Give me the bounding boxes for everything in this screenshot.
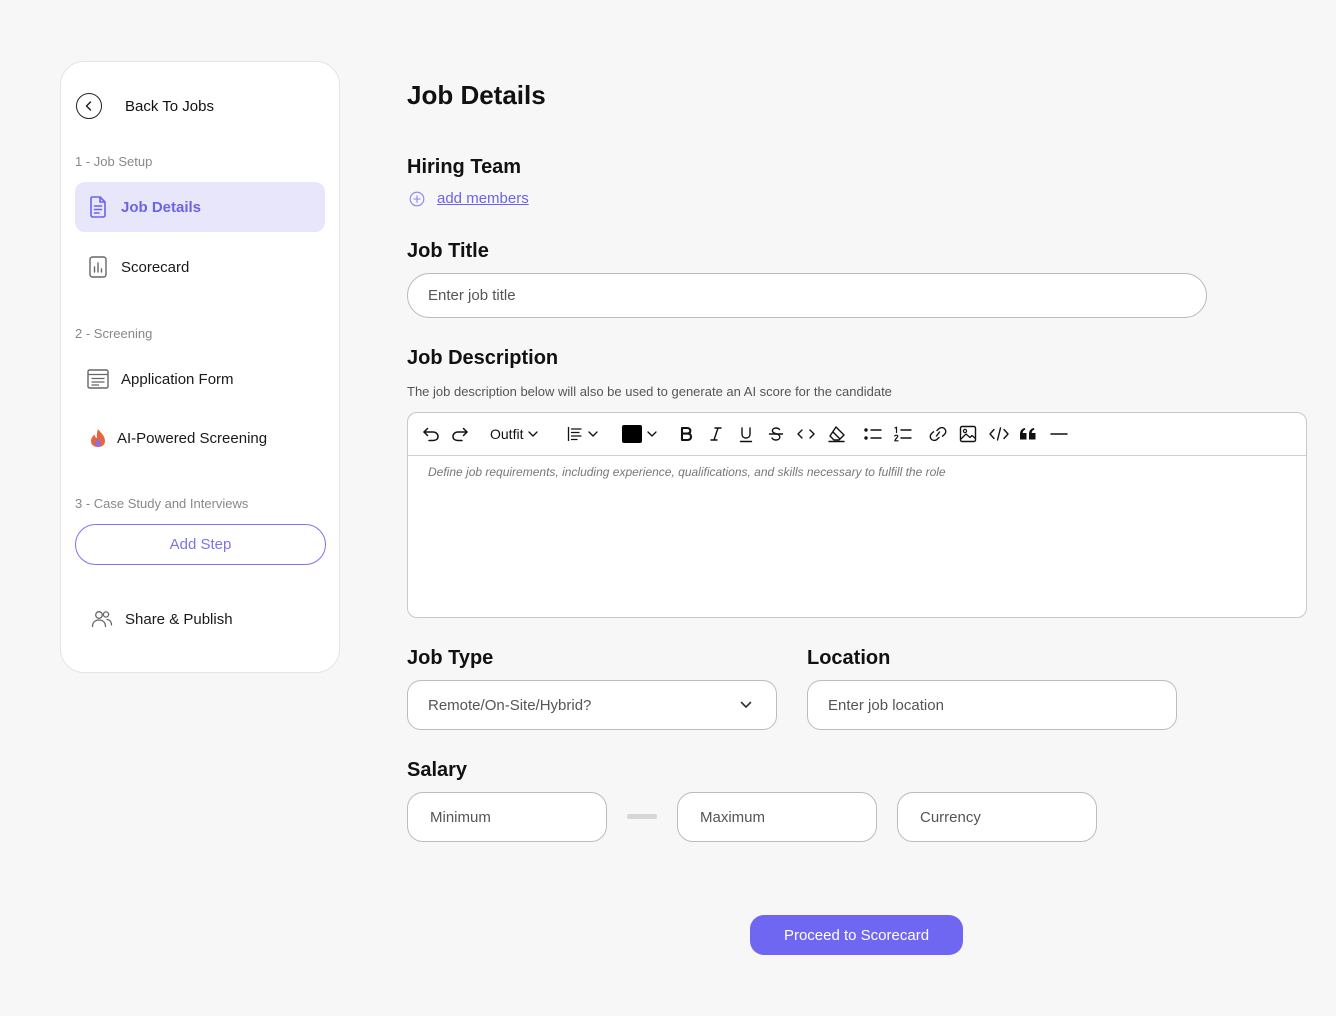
editor-placeholder[interactable]: Define job requirements, including exper…: [428, 465, 946, 479]
bar-chart-icon: [87, 256, 109, 278]
job-description-heading: Job Description: [407, 347, 559, 369]
chevron-down-icon: [740, 701, 752, 708]
numbered-list-icon[interactable]: [893, 423, 913, 445]
chevron-down-icon: [528, 431, 539, 437]
salary-heading: Salary: [407, 759, 468, 781]
page-title: Job Details: [407, 80, 546, 110]
text-color-dropdown[interactable]: [622, 423, 657, 445]
sidebar-item-application-form[interactable]: Application Form: [75, 354, 325, 404]
job-title-heading: Job Title: [407, 240, 489, 262]
proceed-to-scorecard-button[interactable]: Proceed to Scorecard: [750, 915, 963, 955]
add-members-button[interactable]: add members: [409, 190, 529, 207]
job-type-select[interactable]: Remote/On-Site/Hybrid?: [407, 680, 777, 730]
job-title-input[interactable]: [407, 273, 1207, 318]
undo-icon[interactable]: [422, 423, 440, 445]
document-icon: [87, 196, 109, 218]
back-to-jobs-label: Back To Jobs: [125, 97, 214, 115]
underline-icon[interactable]: [738, 423, 754, 445]
sidebar-item-job-details[interactable]: Job Details: [75, 182, 325, 232]
chevron-down-icon: [647, 431, 657, 437]
salary-currency-input[interactable]: [897, 792, 1097, 842]
sidebar-item-label: Scorecard: [121, 258, 190, 276]
code-block-icon[interactable]: [988, 423, 1010, 445]
align-left-icon: [567, 427, 582, 441]
image-icon[interactable]: [959, 423, 977, 445]
sidebar-item-label: AI-Powered Screening: [117, 429, 268, 447]
location-input[interactable]: [807, 680, 1177, 730]
clear-format-icon[interactable]: [827, 423, 847, 445]
color-swatch: [622, 425, 642, 443]
hiring-team-heading: Hiring Team: [407, 156, 522, 178]
back-to-jobs-button[interactable]: Back To Jobs: [76, 92, 214, 120]
bullet-list-icon[interactable]: [863, 423, 883, 445]
section-case-study: 3 - Case Study and Interviews: [75, 496, 249, 511]
sidebar: Back To Jobs 1 - Job Setup Job Details S…: [60, 61, 340, 673]
chevron-down-icon: [588, 431, 598, 437]
salary-minimum-input[interactable]: [407, 792, 607, 842]
bold-icon[interactable]: [679, 423, 693, 445]
plus-circle-icon: [409, 191, 425, 206]
job-type-heading: Job Type: [407, 647, 494, 669]
users-icon: [91, 608, 113, 630]
italic-icon[interactable]: [709, 423, 723, 445]
horizontal-rule-icon[interactable]: [1050, 423, 1068, 445]
job-type-value: Remote/On-Site/Hybrid?: [428, 696, 592, 714]
inline-code-icon[interactable]: [796, 423, 816, 445]
form-icon: [87, 368, 109, 390]
sidebar-item-label: Share & Publish: [125, 610, 233, 628]
add-step-button[interactable]: Add Step: [75, 524, 326, 565]
sidebar-item-share-publish[interactable]: Share & Publish: [75, 594, 325, 644]
editor-toolbar: Outfit: [408, 413, 1306, 456]
strikethrough-icon[interactable]: [768, 423, 784, 445]
flame-icon: [87, 427, 109, 449]
font-family-label: Outfit: [490, 426, 524, 442]
sidebar-item-label: Application Form: [121, 370, 234, 388]
sidebar-item-ai-powered-screening[interactable]: AI-Powered Screening: [75, 413, 325, 463]
job-description-editor: Outfit Define job requirements, includin…: [407, 412, 1307, 618]
section-screening: 2 - Screening: [75, 326, 153, 341]
range-separator: [627, 814, 657, 819]
sidebar-item-scorecard[interactable]: Scorecard: [75, 242, 325, 292]
section-job-setup: 1 - Job Setup: [75, 154, 153, 169]
salary-maximum-input[interactable]: [677, 792, 877, 842]
blockquote-icon[interactable]: [1019, 423, 1037, 445]
align-dropdown[interactable]: [567, 423, 598, 445]
redo-icon[interactable]: [451, 423, 469, 445]
sidebar-item-label: Job Details: [121, 198, 202, 216]
chevron-left-icon: [76, 93, 102, 119]
add-members-label: add members: [437, 190, 529, 207]
location-heading: Location: [807, 647, 891, 669]
job-description-hint: The job description below will also be u…: [407, 384, 892, 399]
font-family-dropdown[interactable]: Outfit: [490, 423, 539, 445]
link-icon[interactable]: [928, 423, 948, 445]
